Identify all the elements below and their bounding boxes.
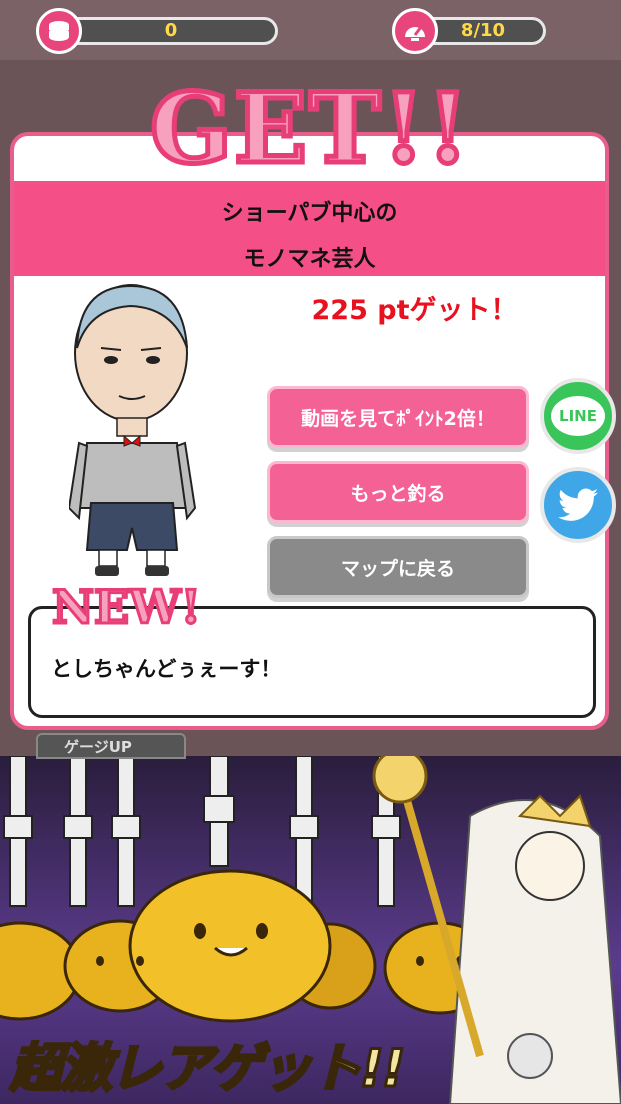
coins-icon — [36, 8, 82, 54]
twitter-share-button[interactable] — [540, 467, 616, 543]
line-icon: LINE — [551, 396, 605, 436]
speech-text: としちゃんどぅぇーす！ — [51, 657, 282, 681]
gauge-up-tab: ゲージUP — [36, 733, 186, 759]
item-name-line1: ショーパブ中心の — [221, 201, 398, 226]
gauge-icon — [392, 8, 438, 54]
coin-value: 0 — [164, 20, 178, 41]
new-badge: NEW! — [51, 579, 203, 636]
get-banner: GET!! — [148, 70, 472, 188]
character-illustration — [69, 284, 197, 576]
twitter-bird-icon — [558, 488, 598, 521]
item-name-line2: モノマネ芸人 — [243, 247, 376, 272]
status-bar: 0 8/10 — [0, 0, 621, 60]
stamina-counter: 8/10 — [392, 8, 546, 54]
result-dialog: ショーパブ中心の モノマネ芸人 225 ptゲット！ 動画を見てﾎﾟｲﾝﾄ2倍！… — [10, 132, 609, 730]
ad-headline: 超激レアゲット!! — [8, 1038, 406, 1101]
stamina-bar: 8/10 — [420, 17, 546, 45]
back-to-map-button[interactable]: マップに戻る — [267, 536, 529, 598]
coin-bar: 0 — [64, 17, 278, 45]
item-name-header: ショーパブ中心の モノマネ芸人 — [14, 181, 605, 276]
line-share-button[interactable]: LINE — [540, 378, 616, 454]
stamina-value: 8/10 — [460, 20, 506, 41]
watch-video-double-points-button[interactable]: 動画を見てﾎﾟｲﾝﾄ2倍！ — [267, 386, 529, 448]
fish-again-button[interactable]: もっと釣る — [267, 461, 529, 523]
coin-counter: 0 — [36, 8, 278, 54]
